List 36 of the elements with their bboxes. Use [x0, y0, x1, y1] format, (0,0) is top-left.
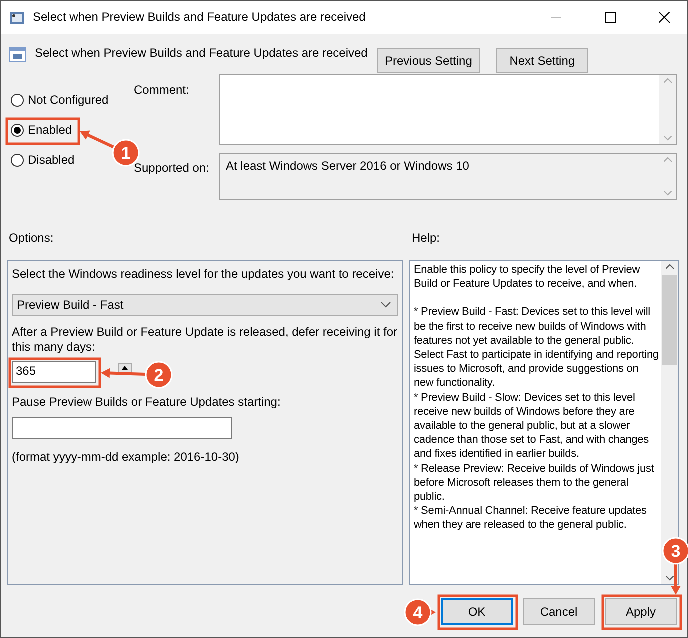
- scroll-down-icon[interactable]: [666, 576, 674, 581]
- step-number-marker: 2: [145, 361, 173, 389]
- help-text: Enable this policy to specify the level of Preview Build or Feature Updates to receive, and when. * Preview Build - Fast: Devices set to this level will be the first to receive new builds of Windows with features not yet available to the general public. Select Fast to participate in identifying and reporting issues to Microsoft, and provide suggestions on new functionality. * Preview Build - Slow: Devices set to this level receive new builds of Windows before they are available to the general public, but at a slower cadence than those set to Fast, and with changes and fixes identified in earlier builds. * Release Preview: Receive builds of Windows just before Microsoft releases them to the general public. * Semi-Annual Channel: Receive feature updates when they are released to the general public.: [413, 263, 660, 534]
- step-number-marker: 4: [404, 598, 432, 626]
- arrow: [80, 130, 115, 149]
- policy-icon: [9, 46, 27, 64]
- comment-label: Comment:: [134, 83, 190, 98]
- defer-prompt: After a Preview Build or Feature Update is released, defer receiving it for this many days:: [12, 325, 398, 355]
- setting-title: Select when Preview Builds and Feature Updates are received: [35, 46, 369, 61]
- scroll-up-icon[interactable]: [666, 264, 674, 269]
- arrow: [671, 564, 681, 595]
- defer-days-field[interactable]: 365: [12, 361, 96, 383]
- pause-date-field[interactable]: [12, 417, 232, 439]
- window-title: Select when Preview Builds and Feature Updates are received: [33, 10, 367, 25]
- radio-option[interactable]: Disabled: [9, 151, 78, 170]
- help-label: Help:: [412, 231, 440, 246]
- format-hint: (format yyyy-mm-dd example: 2016-10-30): [12, 450, 240, 465]
- dialog-button[interactable]: Apply: [605, 598, 677, 625]
- dialog-button[interactable]: OK: [441, 598, 513, 625]
- setting-nav-button[interactable]: Previous Setting: [377, 48, 480, 73]
- supported-on-value: At least Windows Server 2016 or Windows 10: [225, 158, 470, 175]
- readiness-dropdown[interactable]: Preview Build - Fast: [12, 294, 398, 316]
- pause-prompt: Pause Preview Builds or Feature Updates starting:: [12, 395, 282, 410]
- app-icon: [9, 10, 25, 26]
- radio-option[interactable]: Not Configured: [9, 91, 112, 110]
- chevron-down-icon: [381, 302, 391, 308]
- dialog-button[interactable]: Cancel: [523, 598, 595, 625]
- step-number-marker: 3: [662, 537, 688, 565]
- up-triangle-icon: [122, 366, 128, 370]
- options-label: Options:: [9, 231, 55, 246]
- setting-nav-button[interactable]: Next Setting: [496, 48, 588, 73]
- radio-option[interactable]: Enabled: [9, 121, 76, 140]
- readiness-prompt: Select the Windows readiness level for the updates you want to receive:: [12, 267, 396, 282]
- arrow: [101, 368, 146, 378]
- scrollbar-thumb[interactable]: [662, 275, 677, 365]
- spin-up-button[interactable]: [118, 363, 132, 373]
